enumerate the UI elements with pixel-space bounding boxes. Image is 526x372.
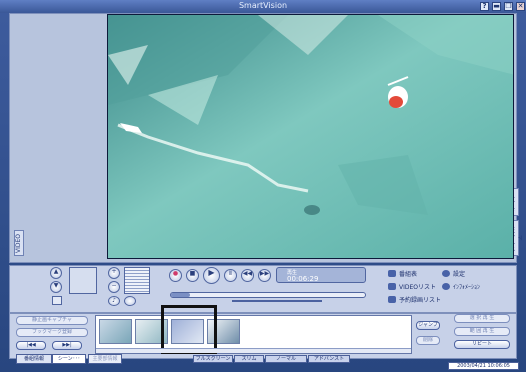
pause-button[interactable]: Ⅱ bbox=[224, 269, 237, 282]
next-scene-button[interactable]: ▶▶| bbox=[52, 341, 82, 350]
menu-info[interactable]: ｲﾝﾌｫﾒｰｼｮﾝ bbox=[442, 282, 480, 291]
range-bar bbox=[232, 300, 322, 302]
bookmark-button[interactable]: ブックマーク登録 bbox=[16, 328, 88, 337]
fast-forward-icon: ▶▶ bbox=[259, 270, 270, 277]
video-display[interactable] bbox=[107, 14, 514, 259]
rewind-button[interactable]: ◀◀ bbox=[241, 269, 254, 282]
play-icon: ▶ bbox=[208, 268, 215, 277]
repeat-button[interactable]: リピート bbox=[454, 340, 510, 349]
scene-selection-highlight bbox=[161, 305, 217, 354]
mute-button[interactable]: ♪ bbox=[108, 296, 120, 306]
fast-forward-button[interactable]: ▶▶ bbox=[258, 269, 271, 282]
stop-icon: ■ bbox=[189, 270, 196, 277]
menu-epg-label: 番組表 bbox=[399, 271, 418, 278]
record-button[interactable]: ● bbox=[169, 269, 182, 282]
gear-icon bbox=[442, 270, 450, 277]
minimize-button[interactable]: ▬ bbox=[492, 2, 501, 11]
help-button[interactable]: ? bbox=[480, 2, 489, 11]
calendar-icon bbox=[388, 296, 396, 303]
menu-settings[interactable]: 設定 bbox=[442, 269, 465, 278]
tab-program-info[interactable]: 番組情報 bbox=[16, 354, 52, 364]
video-frame-image bbox=[108, 15, 513, 258]
speaker-icon: ♪ bbox=[112, 297, 116, 304]
skip-forward-icon: ▶▶| bbox=[62, 342, 72, 348]
menu-epg[interactable]: 番組表 bbox=[388, 269, 417, 278]
prev-scene-button[interactable]: |◀◀ bbox=[16, 341, 46, 350]
menu-info-label: ｲﾝﾌｫﾒｰｼｮﾝ bbox=[453, 284, 481, 291]
chevron-down-icon: ▼ bbox=[53, 282, 59, 289]
minus-icon: − bbox=[111, 282, 117, 289]
channel-down-button[interactable]: ▼ bbox=[50, 281, 62, 293]
channel-up-button[interactable]: ▲ bbox=[50, 267, 62, 279]
info-icon bbox=[442, 283, 450, 290]
still-capture-button[interactable]: 静止画キャプチャ bbox=[16, 316, 88, 325]
view-normal-button[interactable]: ノーマル bbox=[265, 355, 307, 363]
restore-button[interactable]: ❐ bbox=[504, 2, 513, 11]
scene-thumbnail[interactable] bbox=[99, 319, 132, 344]
strip-scrollbar[interactable] bbox=[96, 348, 411, 353]
volume-down-button[interactable]: − bbox=[108, 281, 120, 293]
chevron-up-icon: ▲ bbox=[53, 268, 59, 275]
time-display: 再生 00:06:29 bbox=[276, 267, 366, 283]
volume-up-button[interactable]: + bbox=[108, 267, 120, 279]
range-play-button[interactable]: 範 囲 再 生 bbox=[454, 327, 510, 336]
window-title: SmartVision bbox=[238, 1, 288, 10]
delete-button[interactable]: 削除 bbox=[416, 336, 440, 345]
input-switch-button[interactable] bbox=[52, 296, 62, 305]
smartvision-window: SmartVision ? ▬ ❐ ✕ VIDEO ライブ タイムシフト ▲ ▼… bbox=[0, 0, 526, 372]
view-slim-button[interactable]: スリム bbox=[234, 355, 264, 363]
jump-button[interactable]: ジャンプ bbox=[416, 321, 440, 330]
volume-meter bbox=[124, 267, 150, 294]
play-button[interactable]: ▶ bbox=[203, 267, 220, 284]
seek-bar[interactable] bbox=[170, 292, 366, 298]
tab-video[interactable]: VIDEO bbox=[14, 230, 24, 256]
record-icon: ● bbox=[172, 270, 179, 277]
rewind-icon: ◀◀ bbox=[242, 270, 253, 277]
menu-video-list-label: VIDEOリスト bbox=[399, 284, 437, 291]
channel-display bbox=[69, 267, 97, 294]
close-button[interactable]: ✕ bbox=[516, 2, 525, 11]
time-value: 00:06:29 bbox=[287, 275, 319, 283]
menu-settings-label: 設定 bbox=[453, 271, 466, 278]
skip-back-icon: |◀◀ bbox=[26, 342, 36, 348]
menu-reservation[interactable]: 予約録画リスト bbox=[388, 295, 441, 304]
tab-cm[interactable]: 主要部情報 bbox=[88, 354, 122, 364]
select-play-button[interactable]: 選 択 再 生 bbox=[454, 314, 510, 323]
view-fullscreen-button[interactable]: フルスクリーン bbox=[193, 355, 233, 363]
pause-icon: Ⅱ bbox=[229, 270, 232, 277]
plus-icon: + bbox=[111, 268, 117, 275]
list-icon bbox=[388, 283, 396, 290]
tab-scene[interactable]: シーン･･･ bbox=[52, 354, 86, 364]
guide-icon bbox=[388, 270, 396, 277]
status-datetime: 2003/04/21 10:06:05 bbox=[448, 362, 519, 370]
audio-mode-button[interactable] bbox=[124, 296, 136, 306]
stop-button[interactable]: ■ bbox=[186, 269, 199, 282]
menu-video-list[interactable]: VIDEOリスト bbox=[388, 282, 436, 291]
title-bar: SmartVision ? ▬ ❐ ✕ bbox=[0, 0, 526, 13]
view-advanced-button[interactable]: アドバンスト bbox=[308, 355, 350, 363]
menu-reservation-label: 予約録画リスト bbox=[399, 297, 442, 304]
seek-bar-fill bbox=[171, 293, 191, 297]
